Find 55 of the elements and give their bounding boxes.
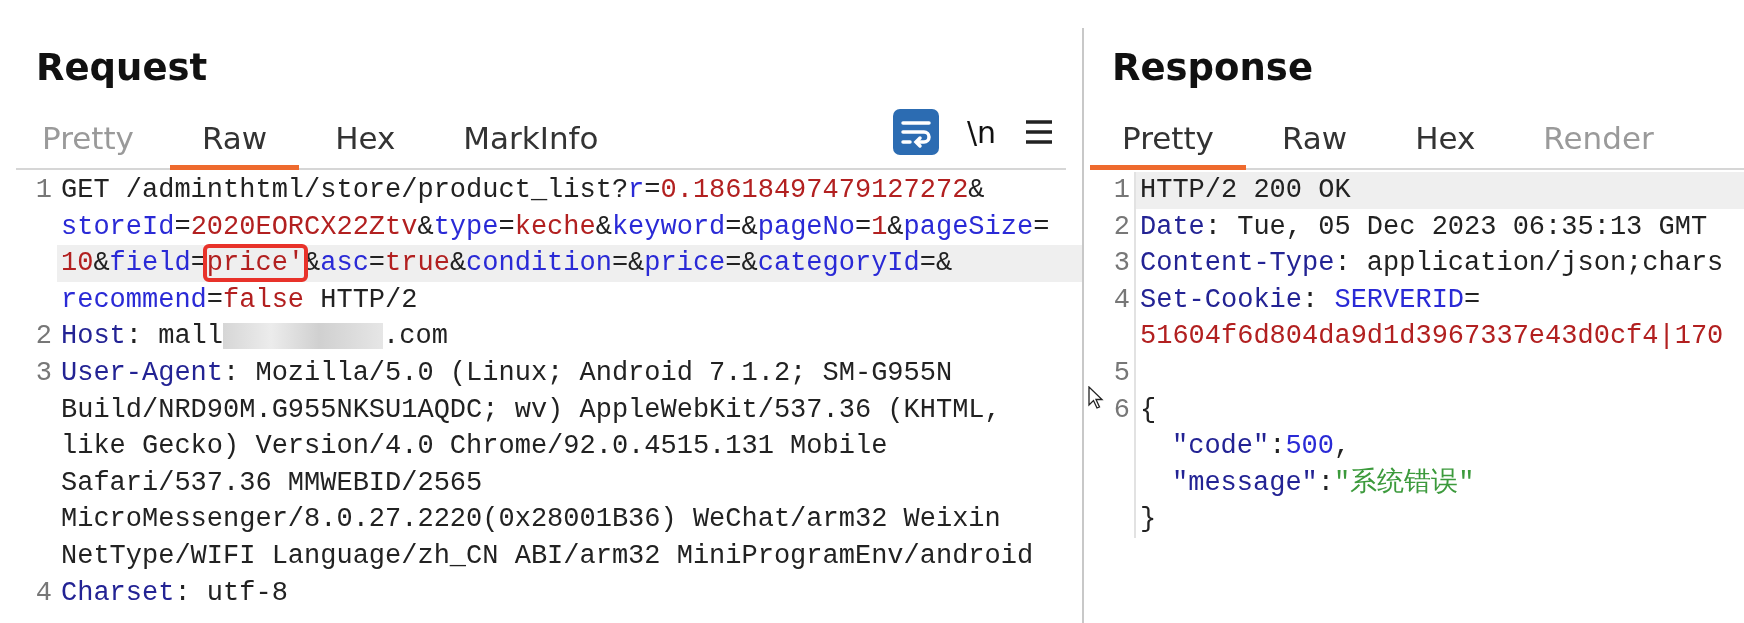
code-line: "code":500, xyxy=(1171,430,1352,464)
line-number: 2 xyxy=(35,321,52,352)
code-text: price xyxy=(644,248,726,279)
code-text: =& xyxy=(611,248,645,279)
code-line: User-Agent: Mozilla/5.0 (Linux; Android 7.1.2; SM-G955N xyxy=(60,356,954,390)
tab[interactable]: MarkInfo xyxy=(431,96,631,170)
code-line: Safari/537.36 MMWEBID/2565 xyxy=(60,466,484,500)
code-text: =& xyxy=(725,248,758,279)
code-text: .com xyxy=(383,321,448,352)
tab[interactable]: Hex xyxy=(303,96,428,170)
line-number: 4 xyxy=(35,577,52,608)
code-line: Content-Type: application/json;chars xyxy=(1139,247,1725,281)
code-line: Build/NRD90M.G955NKSU1AQDC; wv) AppleWebKit/537.36 (KHTML, xyxy=(60,393,1002,427)
code-text: =& xyxy=(919,248,953,279)
code-line: like Gecko) Version/4.0 Chrome/92.0.4515.131 Mobile xyxy=(60,430,889,464)
line-number: 6 xyxy=(1113,394,1130,425)
code-text: 10 xyxy=(61,248,94,279)
word-wrap-icon[interactable] xyxy=(892,109,939,155)
code-line: "message":"系统错误" xyxy=(1171,466,1476,500)
line-number: 3 xyxy=(35,357,52,388)
code-text: asc xyxy=(320,248,369,279)
newline-toggle[interactable]: \n xyxy=(966,114,996,150)
code-text: true xyxy=(385,248,450,279)
tab[interactable]: Raw xyxy=(169,96,300,170)
tab[interactable]: Hex xyxy=(1383,96,1508,170)
code-text: categoryId xyxy=(757,248,920,279)
code-line: 51604f6d804da9d1d3967337e43d0cf4|170 xyxy=(1139,320,1725,354)
code-line: MicroMessenger/8.0.27.2220(0x28001B36) WeChat/arm32 Weixin xyxy=(60,503,1002,537)
line-number: 2 xyxy=(1113,211,1130,242)
code-line: GET /adminthtml/store/product_list?r=0.18618497479127272& xyxy=(60,174,986,207)
code-line: } xyxy=(1139,503,1158,537)
code-line: NetType/WIFI Language/zh_CN ABI/arm32 MiniProgramEnv/android xyxy=(60,539,1035,573)
line-number: 3 xyxy=(1113,248,1130,279)
tab[interactable]: Raw xyxy=(1249,96,1380,170)
code-line: recommend=false HTTP/2 xyxy=(60,283,419,317)
code-text: Host xyxy=(61,321,126,352)
line-number: 1 xyxy=(35,175,52,205)
code-text: : mall xyxy=(125,321,224,352)
menu-icon[interactable] xyxy=(1024,119,1054,145)
code-text: & xyxy=(449,248,467,279)
code-text: = xyxy=(368,248,386,279)
code-line: Charset: utf-8 xyxy=(60,576,289,610)
line-number: 1 xyxy=(1113,175,1130,205)
mouse-pointer-icon xyxy=(1088,386,1104,410)
code-line: Date: Tue, 05 Dec 2023 06:35:13 GMT xyxy=(1139,210,1709,244)
code-line: { xyxy=(1139,393,1158,427)
code-text: condition xyxy=(466,248,612,279)
code-line: storeId=2020EORCX22Ztv&type=keche&keyword=&pageNo=1&pageSize= xyxy=(60,210,1051,244)
line-number: 4 xyxy=(1113,284,1130,315)
panel-title: Response xyxy=(1111,45,1314,91)
code-text: field xyxy=(109,248,191,279)
line-number: 5 xyxy=(1113,357,1130,388)
code-line: Set-Cookie: SERVERID= xyxy=(1139,283,1482,317)
code-text: & xyxy=(93,248,110,279)
panel-title: Request xyxy=(35,45,209,91)
